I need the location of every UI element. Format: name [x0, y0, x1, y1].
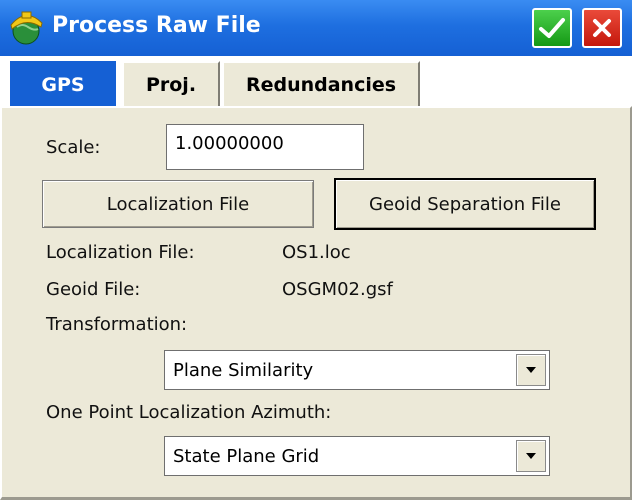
tab-redundancies[interactable]: Redundancies [222, 61, 420, 106]
window-title: Process Raw File [52, 13, 261, 38]
localization-file-value: OS1.loc [282, 242, 351, 263]
scale-input[interactable]: 1.00000000 [166, 124, 364, 170]
localization-file-label: Localization File: [46, 242, 195, 263]
helmet-globe-icon [10, 11, 43, 45]
tab-proj[interactable]: Proj. [122, 61, 220, 106]
azimuth-select[interactable]: State Plane Grid [164, 436, 550, 476]
close-button[interactable] [582, 8, 622, 48]
close-icon [593, 19, 611, 37]
ok-button[interactable] [532, 8, 572, 48]
transformation-select[interactable]: Plane Similarity [164, 350, 550, 390]
tab-gps[interactable]: GPS [10, 61, 116, 106]
scale-label: Scale: [46, 137, 101, 158]
geoid-file-value: OSGM02.gsf [282, 279, 393, 300]
dropdown-arrow-icon[interactable] [516, 354, 546, 386]
checkmark-icon [539, 18, 565, 38]
tab-strip: GPS Proj. Redundancies [0, 56, 632, 106]
title-bar: Process Raw File [0, 0, 632, 56]
transformation-value: Plane Similarity [173, 360, 314, 381]
azimuth-value: State Plane Grid [173, 446, 320, 467]
azimuth-label: One Point Localization Azimuth: [46, 402, 332, 423]
localization-file-button[interactable]: Localization File [42, 180, 314, 228]
dropdown-arrow-icon[interactable] [516, 440, 546, 472]
geoid-file-label: Geoid File: [46, 279, 141, 300]
transformation-label: Transformation: [46, 314, 188, 335]
geoid-separation-file-button[interactable]: Geoid Separation File [334, 178, 596, 230]
